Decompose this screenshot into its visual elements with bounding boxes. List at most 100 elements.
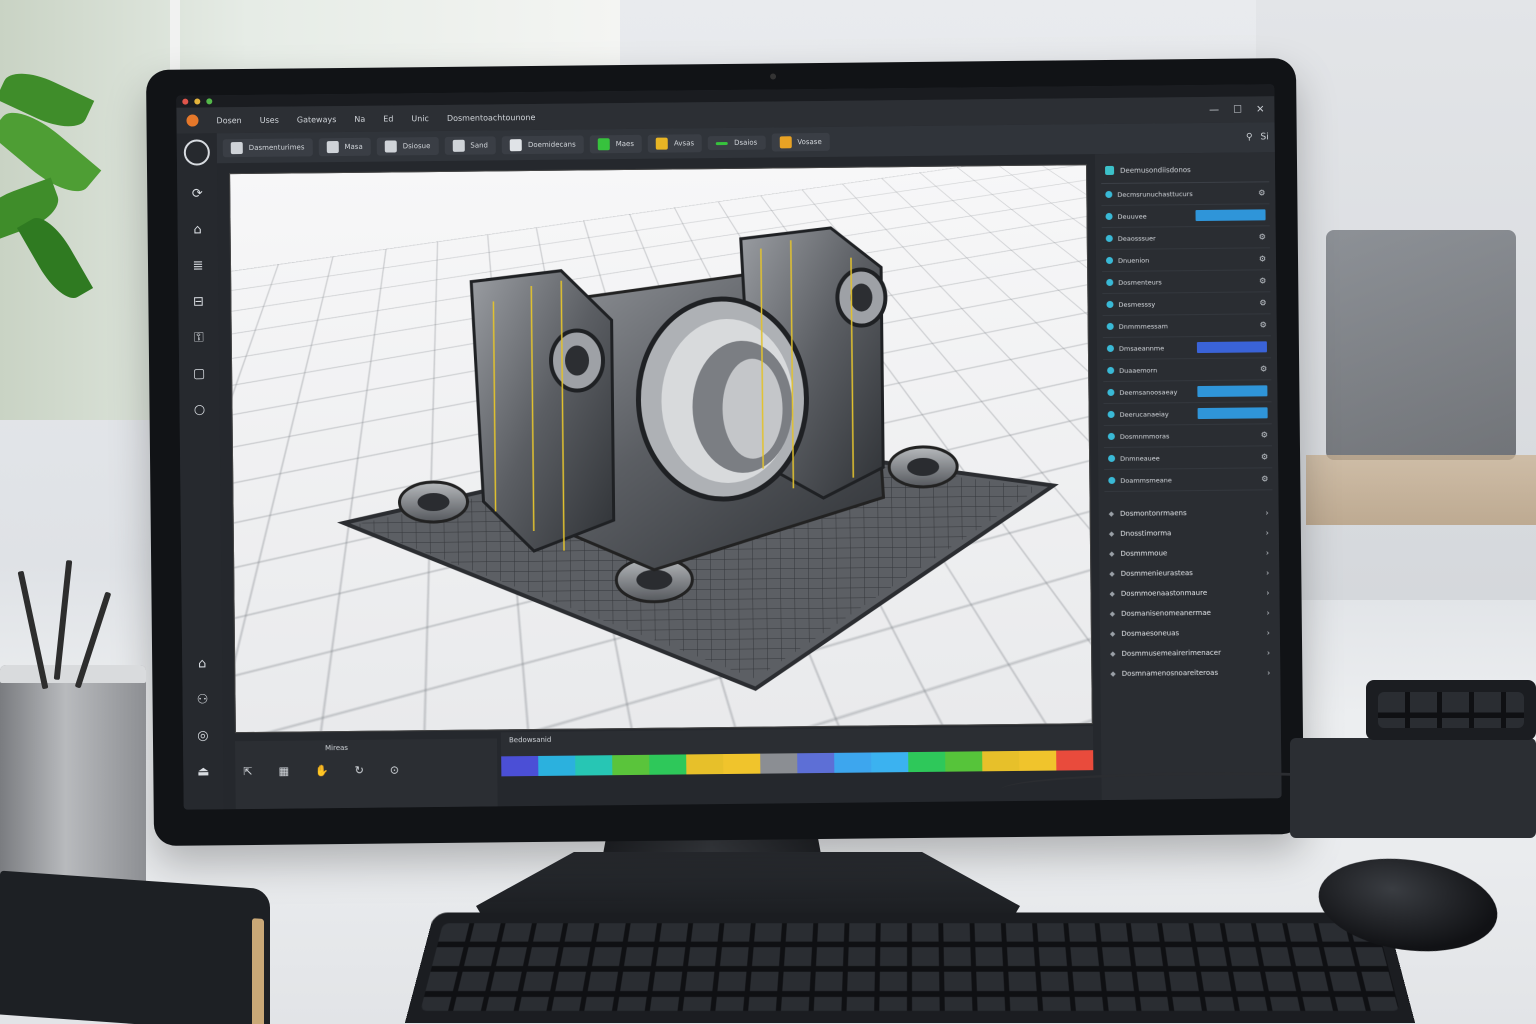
settings-icon[interactable]: ⚙ [1259, 320, 1266, 329]
menu-item[interactable]: Dosmentoachtounone [447, 112, 536, 122]
property-row[interactable]: Duaaemorn ⚙ [1103, 358, 1272, 383]
property-value-field[interactable] [1195, 209, 1266, 222]
feature-tree-item[interactable]: ◆ Dosmaesoneuas › [1110, 622, 1270, 644]
split-icon[interactable]: ⊟ [183, 286, 213, 316]
maximize-icon[interactable]: ☐ [1233, 104, 1242, 115]
settings-icon[interactable]: ⚙ [1261, 430, 1268, 439]
toolbar-item[interactable]: Dsiosue [376, 136, 439, 156]
hand-icon[interactable]: ✋ [315, 764, 329, 777]
property-row[interactable]: Deerucanaeiay [1103, 402, 1272, 427]
settings-icon[interactable]: ⚙ [1258, 188, 1265, 197]
feature-tree-item[interactable]: ◆ Dosmmmoue › [1109, 542, 1269, 564]
pin-icon[interactable]: ⚲ [1246, 132, 1253, 142]
grid-icon[interactable]: ▦ [278, 765, 289, 778]
toolbar-item[interactable]: Masa [318, 137, 371, 157]
color-swatch [612, 754, 650, 776]
chevron-right-icon[interactable]: › [1266, 588, 1269, 597]
chevron-right-icon[interactable]: › [1267, 628, 1270, 637]
chevron-right-icon[interactable]: › [1267, 668, 1270, 677]
chevron-right-icon[interactable]: › [1266, 528, 1269, 537]
color-scale-bar[interactable] [501, 750, 1094, 777]
feature-icon: ◆ [1109, 609, 1116, 618]
zoom-dot-icon[interactable] [206, 98, 213, 105]
3d-viewport[interactable] [229, 164, 1093, 734]
settings-icon[interactable]: ⚙ [1260, 364, 1267, 373]
property-row[interactable]: Dnmmmessam ⚙ [1102, 314, 1271, 339]
home-icon[interactable]: ⌂ [187, 648, 217, 678]
minimize-icon[interactable]: — [1209, 104, 1219, 115]
person-icon[interactable]: ⚇ [187, 684, 217, 714]
property-value-field[interactable] [1197, 407, 1268, 420]
menu-item[interactable]: Ed [383, 114, 393, 123]
property-row[interactable]: Deaosssuer ⚙ [1101, 226, 1270, 251]
settings-icon[interactable]: ⚙ [1259, 232, 1266, 241]
bottom-tools: ⇱ ▦ ✋ ↻ ⊙ [243, 763, 399, 778]
toolbar-item[interactable]: Dsaios [708, 135, 766, 151]
feature-tree-item[interactable]: ◆ Dosmontonrmaens › [1109, 502, 1269, 524]
menu-item[interactable]: Gateways [297, 115, 337, 124]
chevron-right-icon[interactable]: › [1266, 608, 1269, 617]
feature-tree-item[interactable]: ◆ Dnosstimorma › [1109, 522, 1269, 544]
property-value-field[interactable] [1196, 341, 1267, 354]
circle-icon[interactable]: ○ [184, 394, 214, 424]
toolbar-item[interactable]: Doemidecans [501, 135, 584, 155]
chevron-right-icon[interactable]: › [1266, 548, 1269, 557]
settings-icon[interactable]: ⚙ [1259, 298, 1266, 307]
timeline[interactable]: Bedowsanid [500, 726, 1094, 777]
property-row[interactable]: Dosmnmmoras ⚙ [1103, 424, 1272, 449]
feature-tree-item[interactable]: ◆ Dosmnamenosnoareiteroas › [1110, 662, 1270, 684]
wireframe-icon[interactable]: ▢ [184, 358, 214, 388]
settings-icon[interactable]: ⚙ [1259, 276, 1266, 285]
menu-item[interactable]: Dosen [216, 116, 241, 125]
close-icon[interactable]: ✕ [1256, 104, 1265, 115]
feature-tree-item[interactable]: ◆ Dosmmoenaastonmaure › [1109, 582, 1269, 604]
close-dot-icon[interactable] [182, 98, 189, 105]
orbit-icon[interactable] [183, 139, 210, 166]
app-logo-icon [186, 114, 199, 127]
settings-icon[interactable]: ⚙ [1261, 452, 1268, 461]
property-row[interactable]: Desmesssy ⚙ [1102, 292, 1271, 317]
chevron-right-icon[interactable]: › [1266, 568, 1269, 577]
chevron-right-icon[interactable]: › [1265, 508, 1268, 517]
menu-item[interactable]: Unic [411, 114, 429, 123]
menu-item[interactable]: Na [354, 114, 365, 123]
property-row[interactable]: Deuuvee [1101, 204, 1270, 229]
chevron-right-icon[interactable]: › [1267, 648, 1270, 657]
toolbar-item[interactable]: Sand [444, 136, 497, 155]
feature-tree-item[interactable]: ◆ Dosmmenieurasteas › [1109, 562, 1269, 584]
property-row[interactable]: Dnmneauee ⚙ [1103, 446, 1273, 471]
feature-label: Dosmanisenomeanermae [1121, 608, 1211, 618]
feature-tree-item[interactable]: ◆ Dosmmusemeairerimenacer › [1110, 642, 1270, 664]
property-icon [1108, 454, 1116, 462]
property-label: Dosmnmmoras [1119, 431, 1170, 441]
menu-item[interactable]: Uses [260, 115, 279, 124]
rotate-icon[interactable]: ⟳ [182, 178, 212, 208]
cursor-icon[interactable]: ⇱ [243, 765, 252, 778]
property-row[interactable]: Doammsmeane ⚙ [1104, 468, 1273, 493]
toolbar-item[interactable]: Avsas [647, 134, 703, 153]
property-row[interactable]: Dmsaeannme [1102, 336, 1272, 361]
layers-icon[interactable]: ≣ [183, 250, 213, 280]
property-row[interactable]: Dosmenteurs ⚙ [1102, 270, 1271, 295]
screen: Dosen Uses Gateways Na Ed Unic Dosmentoa… [176, 84, 1282, 810]
cad-model[interactable] [230, 165, 1093, 733]
measure-icon[interactable]: ⏏ [188, 756, 218, 786]
toolbar-item[interactable]: Dasmenturimes [222, 138, 313, 158]
toolbar-item[interactable]: Vosase [771, 132, 830, 152]
property-row[interactable]: Dnuenion ⚙ [1101, 248, 1271, 273]
property-row[interactable]: Decmsrunuchasttucurs ⚙ [1101, 182, 1270, 207]
snap-icon[interactable]: ◎ [188, 720, 218, 750]
property-label: Deerucanaeiay [1119, 409, 1169, 419]
orbit-icon[interactable]: ↻ [355, 764, 364, 777]
settings-icon[interactable]: ⚙ [1261, 474, 1268, 483]
snap-icon[interactable]: ⊙ [390, 763, 399, 776]
home-icon[interactable]: ⌂ [182, 214, 212, 244]
property-row[interactable]: Deemsanoosaeay [1103, 380, 1272, 405]
feature-tree-item[interactable]: ◆ Dosmanisenomeanermae › [1110, 602, 1270, 624]
minimize-dot-icon[interactable] [194, 98, 201, 105]
property-value-field[interactable] [1197, 385, 1268, 398]
window-controls: — ☐ ✕ [1209, 104, 1264, 116]
lock-icon[interactable]: ⚿ [184, 322, 214, 352]
toolbar-item[interactable]: Maes [589, 134, 643, 154]
settings-icon[interactable]: ⚙ [1259, 254, 1266, 263]
